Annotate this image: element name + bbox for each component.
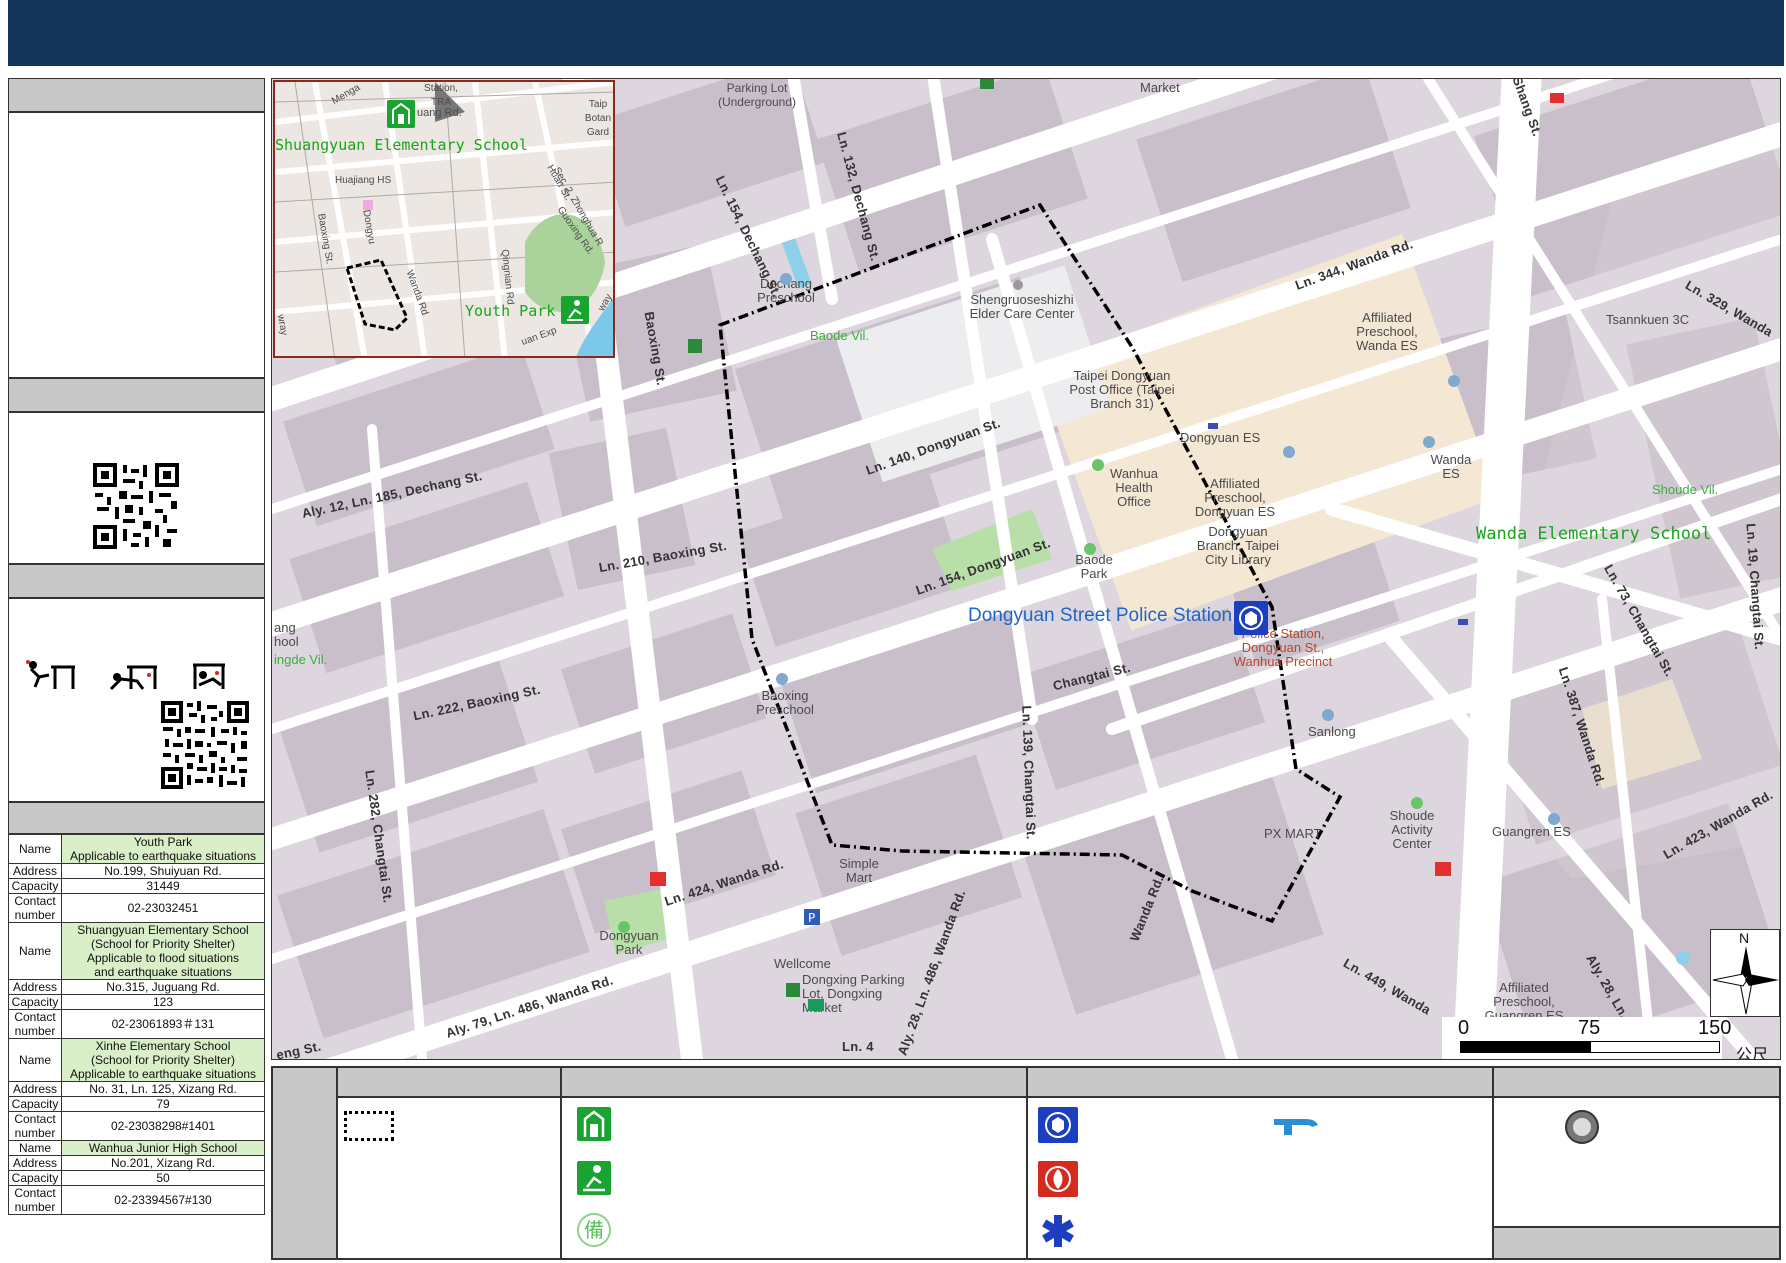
shelter-contact: 02-23032451	[61, 893, 265, 923]
svg-text:P: P	[808, 911, 815, 925]
shelter-capacity: 79	[61, 1096, 265, 1112]
scale-bar-segment	[1461, 1042, 1591, 1052]
scale-bar-frame	[1460, 1041, 1720, 1053]
shelter-name: Shuangyuan Elementary School (School for…	[61, 922, 265, 980]
reserve-shelter-icon: 備	[577, 1213, 611, 1247]
qr-code[interactable]	[93, 463, 179, 549]
shelter-row-name: Name Youth Park Applicable to earthquake …	[8, 834, 265, 864]
shelter-name: Youth Park Applicable to earthquake situ…	[61, 834, 265, 864]
shelter-field-key: Contact number	[8, 893, 62, 923]
legend-header	[337, 1067, 561, 1097]
shelter-field-key: Address	[8, 863, 62, 879]
gathering-point-icon	[1565, 1110, 1599, 1144]
shelter-field-key: Name	[8, 922, 62, 980]
shelter-field-key: Contact number	[8, 1111, 62, 1141]
shelter-address: No.199, Shuiyuan Rd.	[61, 863, 265, 879]
shelter-address: No. 31, Ln. 125, Xizang Rd.	[61, 1081, 265, 1097]
shelter-row-address: Address No.315, Juguang Rd.	[8, 979, 265, 995]
compass-icon	[1712, 946, 1779, 1015]
medical-icon	[1042, 1215, 1074, 1247]
shelter-field-key: Name	[8, 834, 62, 864]
shelter-row-capacity: Capacity 50	[8, 1170, 265, 1186]
scale-unit: 公尺	[1736, 1045, 1769, 1060]
shelter-row-address: Address No. 31, Ln. 125, Xizang Rd.	[8, 1081, 265, 1097]
qr-panel-header	[8, 378, 265, 412]
scale-tick: 0	[1458, 1017, 1470, 1039]
north-arrow: N	[1710, 929, 1780, 1017]
scale-tick: 150	[1698, 1017, 1732, 1039]
shelter-row-capacity: Capacity 79	[8, 1096, 265, 1112]
fire-station-icon	[1038, 1161, 1078, 1197]
earthquake-qr-code[interactable]	[161, 701, 249, 789]
shelter-table: Name Youth Park Applicable to earthquake …	[8, 834, 265, 1215]
shelter-panel-header	[8, 802, 265, 834]
earthquake-panel-header	[8, 564, 265, 598]
shelter-field-key: Capacity	[8, 994, 62, 1010]
legend-cell	[561, 1097, 1027, 1259]
shelter-contact: 02-23061893＃131	[61, 1009, 265, 1039]
shelter-row-name: Name Xinhe Elementary School (School for …	[8, 1038, 265, 1082]
shelter-name: Xinhe Elementary School (School for Prio…	[61, 1038, 265, 1082]
scale-tick: 75	[1578, 1017, 1601, 1039]
shelter-field-key: Address	[8, 1081, 62, 1097]
shelter-capacity: 123	[61, 994, 265, 1010]
poi-markers: P	[618, 79, 1564, 1011]
legend-cell	[1027, 1097, 1493, 1259]
legend-title-cell	[272, 1067, 337, 1259]
legend-cell	[1493, 1097, 1780, 1227]
shelter-field-key: Capacity	[8, 878, 62, 894]
scale-bar: 0 75 150	[1442, 1017, 1731, 1059]
shelter-address: No.201, Xizang Rd.	[61, 1155, 265, 1171]
crawl-icon	[109, 665, 157, 691]
shelter-field-key: Capacity	[8, 1170, 62, 1186]
water-supply-icon	[1274, 1119, 1318, 1135]
shelter-row-address: Address No.199, Shuiyuan Rd.	[8, 863, 265, 879]
drop-cover-icon	[26, 660, 75, 689]
legend-footer	[1493, 1227, 1780, 1259]
legend-header	[1493, 1067, 1780, 1097]
shelter-address: No.315, Juguang Rd.	[61, 979, 265, 995]
info-panel-header	[8, 78, 265, 112]
boundary-legend-swatch	[344, 1111, 394, 1141]
qr-panel-body	[8, 412, 265, 564]
shelter-field-key: Address	[8, 1155, 62, 1171]
police-station-icon	[1038, 1107, 1078, 1143]
shelter-contact: 02-23038298#1401	[61, 1111, 265, 1141]
shelter-capacity: 50	[61, 1170, 265, 1186]
hold-on-icon	[193, 663, 225, 689]
shelter-field-key: Name	[8, 1140, 62, 1156]
legend-header	[561, 1067, 1027, 1097]
park-shelter-icon	[577, 1161, 611, 1195]
map-canvas[interactable]: Market Parking Lot (Underground) Dechang…	[271, 78, 1781, 1060]
map-legend: 備	[271, 1066, 1781, 1260]
shelter-row-name: Name Shuangyuan Elementary School (School…	[8, 922, 265, 980]
shelter-row-contact: Contact number 02-23061893＃131	[8, 1009, 265, 1039]
shelter-contact: 02-23394567#130	[61, 1185, 265, 1215]
shelter-field-key: Address	[8, 979, 62, 995]
shelter-row-capacity: Capacity 123	[8, 994, 265, 1010]
earthquake-panel-body	[8, 598, 265, 802]
legend-header	[1027, 1067, 1493, 1097]
shelter-field-key: Name	[8, 1038, 62, 1082]
shelter-field-key: Capacity	[8, 1096, 62, 1112]
school-shelter-icon	[577, 1107, 611, 1141]
shelter-name: Wanhua Junior High School	[61, 1140, 265, 1156]
shelter-row-address: Address No.201, Xizang Rd.	[8, 1155, 265, 1171]
shelter-field-key: Contact number	[8, 1009, 62, 1039]
shelter-row-capacity: Capacity 31449	[8, 878, 265, 894]
shelter-row-contact: Contact number 02-23038298#1401	[8, 1111, 265, 1141]
shelter-row-name: Name Wanhua Junior High School	[8, 1140, 265, 1156]
shelter-row-contact: Contact number 02-23394567#130	[8, 1185, 265, 1215]
shelter-field-key: Contact number	[8, 1185, 62, 1215]
shelter-row-contact: Contact number 02-23032451	[8, 893, 265, 923]
shelter-capacity: 31449	[61, 878, 265, 894]
info-panel-body	[8, 112, 265, 378]
title-banner	[8, 0, 1784, 66]
